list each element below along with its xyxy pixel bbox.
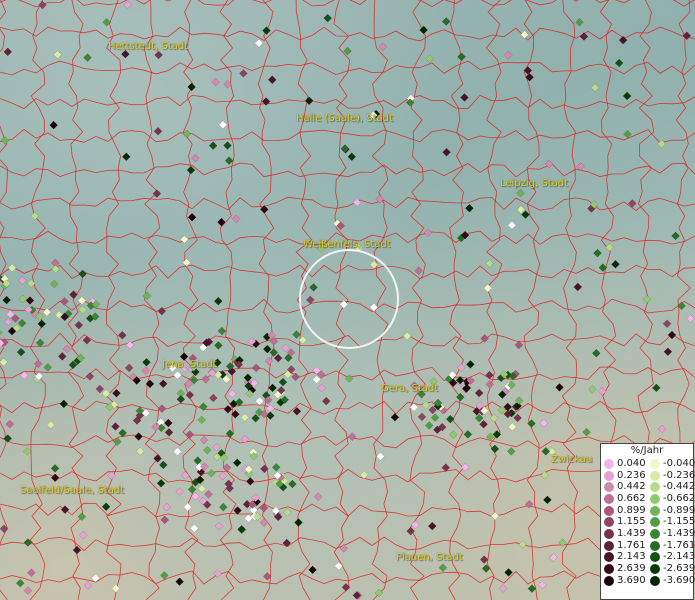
legend-swatch [604, 575, 614, 586]
legend-unit: %/Jahr [630, 445, 664, 456]
legend-entry-neg: -1.761 [647, 539, 695, 551]
legend: %/Jahr 0.040 -0.040 0.236 -0.236 0.442 -0.442… [600, 443, 695, 600]
city-label-weissenfels: Weißenfels, Stadt [303, 239, 391, 250]
legend-swatch [604, 564, 614, 575]
legend-value: 2.143 [617, 551, 646, 563]
legend-swatch [650, 540, 660, 551]
legend-swatch [650, 552, 660, 563]
legend-value: -2.639 [663, 563, 695, 575]
legend-swatch [604, 458, 614, 469]
legend-rows: 0.040 -0.040 0.236 -0.236 0.442 -0.442 0.662 -0… [601, 457, 695, 587]
city-label-hettstedt: Hettstedt, Stadt [108, 41, 189, 52]
legend-row: 1.761 -1.761 [601, 539, 695, 552]
legend-value: 1.155 [617, 516, 646, 528]
legend-entry-neg: -0.899 [647, 504, 695, 516]
map-view[interactable]: Hettstedt, Stadt Halle (Saale), Stadt Le… [0, 0, 695, 600]
city-label-saalfeld: Saalfeld/Saale, Stadt [20, 485, 125, 496]
legend-value: -1.761 [663, 539, 695, 551]
legend-entry-neg: -0.040 [647, 457, 695, 469]
legend-value: 0.899 [617, 504, 646, 516]
legend-value: -1.439 [663, 527, 695, 539]
legend-swatch [650, 493, 660, 504]
legend-row: 0.662 -0.662 [601, 492, 695, 505]
legend-entry-pos: 0.236 [601, 469, 647, 481]
legend-entry-pos: 2.639 [601, 563, 647, 575]
legend-swatch [650, 458, 660, 469]
legend-entry-pos: 3.690 [601, 574, 647, 586]
legend-value: 0.236 [617, 469, 646, 481]
legend-entry-neg: -1.155 [647, 516, 695, 528]
legend-value: -3.690 [663, 574, 695, 586]
legend-entry-pos: 0.442 [601, 481, 647, 493]
legend-swatch [650, 517, 660, 528]
legend-entry-neg: -0.442 [647, 481, 695, 493]
legend-row: 0.040 -0.040 [601, 457, 695, 470]
legend-value: 0.662 [617, 492, 646, 504]
legend-row: 0.442 -0.442 [601, 481, 695, 493]
legend-row: 1.155 -1.155 [601, 516, 695, 528]
legend-value: -0.236 [663, 469, 695, 481]
legend-swatch [650, 575, 660, 586]
legend-swatch [650, 505, 660, 516]
legend-value: -1.155 [663, 516, 695, 528]
legend-value: 1.761 [617, 539, 646, 551]
legend-row: 0.899 -0.899 [601, 504, 695, 517]
legend-value: -0.442 [663, 481, 695, 493]
legend-row: 1.439 -1.439 [601, 527, 695, 540]
city-label-gera: Gera, Stadt [381, 383, 439, 394]
legend-row: 0.236 -0.236 [601, 469, 695, 482]
legend-entry-pos: 0.662 [601, 492, 647, 504]
legend-entry-neg: -0.662 [647, 492, 695, 504]
legend-value: -0.662 [663, 492, 695, 504]
legend-entry-pos: 0.899 [601, 504, 647, 516]
legend-row: 3.690 -3.690 [601, 574, 695, 587]
legend-swatch [650, 470, 660, 481]
city-label-halle: Halle (Saale), Stadt [296, 113, 393, 124]
legend-swatch [604, 540, 614, 551]
legend-entry-pos: 1.761 [601, 539, 647, 551]
legend-swatch [604, 505, 614, 516]
legend-value: 2.639 [617, 563, 646, 575]
legend-swatch [650, 564, 660, 575]
legend-entry-neg: -2.639 [647, 563, 695, 575]
legend-row: 2.639 -2.639 [601, 563, 695, 575]
legend-swatch [604, 517, 614, 528]
city-label-plauen: Plauen, Stadt [396, 552, 463, 563]
legend-entry-pos: 2.143 [601, 551, 647, 563]
legend-swatch [604, 470, 614, 481]
legend-value: 3.690 [617, 574, 646, 586]
legend-value: 0.442 [617, 481, 646, 493]
legend-entry-neg: -3.690 [647, 574, 695, 586]
legend-entry-pos: 0.040 [601, 457, 647, 469]
city-label-jena: Jena, Stadt [162, 359, 217, 370]
legend-entry-neg: -1.439 [647, 527, 695, 539]
legend-entry-pos: 1.439 [601, 527, 647, 539]
city-label-zwickau: Zwickau [551, 454, 593, 465]
legend-value: -0.899 [663, 504, 695, 516]
legend-swatch [604, 528, 614, 539]
legend-swatch [650, 482, 660, 493]
legend-entry-neg: -0.236 [647, 469, 695, 481]
legend-value: 1.439 [617, 527, 646, 539]
city-label-leipzig: Leipzig, Stadt [500, 178, 569, 189]
legend-swatch [650, 528, 660, 539]
legend-value: -2.143 [663, 551, 695, 563]
legend-row: 2.143 -2.143 [601, 551, 695, 564]
legend-swatch [604, 482, 614, 493]
legend-swatch [604, 493, 614, 504]
legend-entry-pos: 1.155 [601, 516, 647, 528]
legend-value: 0.040 [617, 457, 646, 469]
selection-ring[interactable] [0, 0, 695, 600]
legend-value: -0.040 [663, 457, 695, 469]
legend-swatch [604, 552, 614, 563]
legend-entry-neg: -2.143 [647, 551, 695, 563]
